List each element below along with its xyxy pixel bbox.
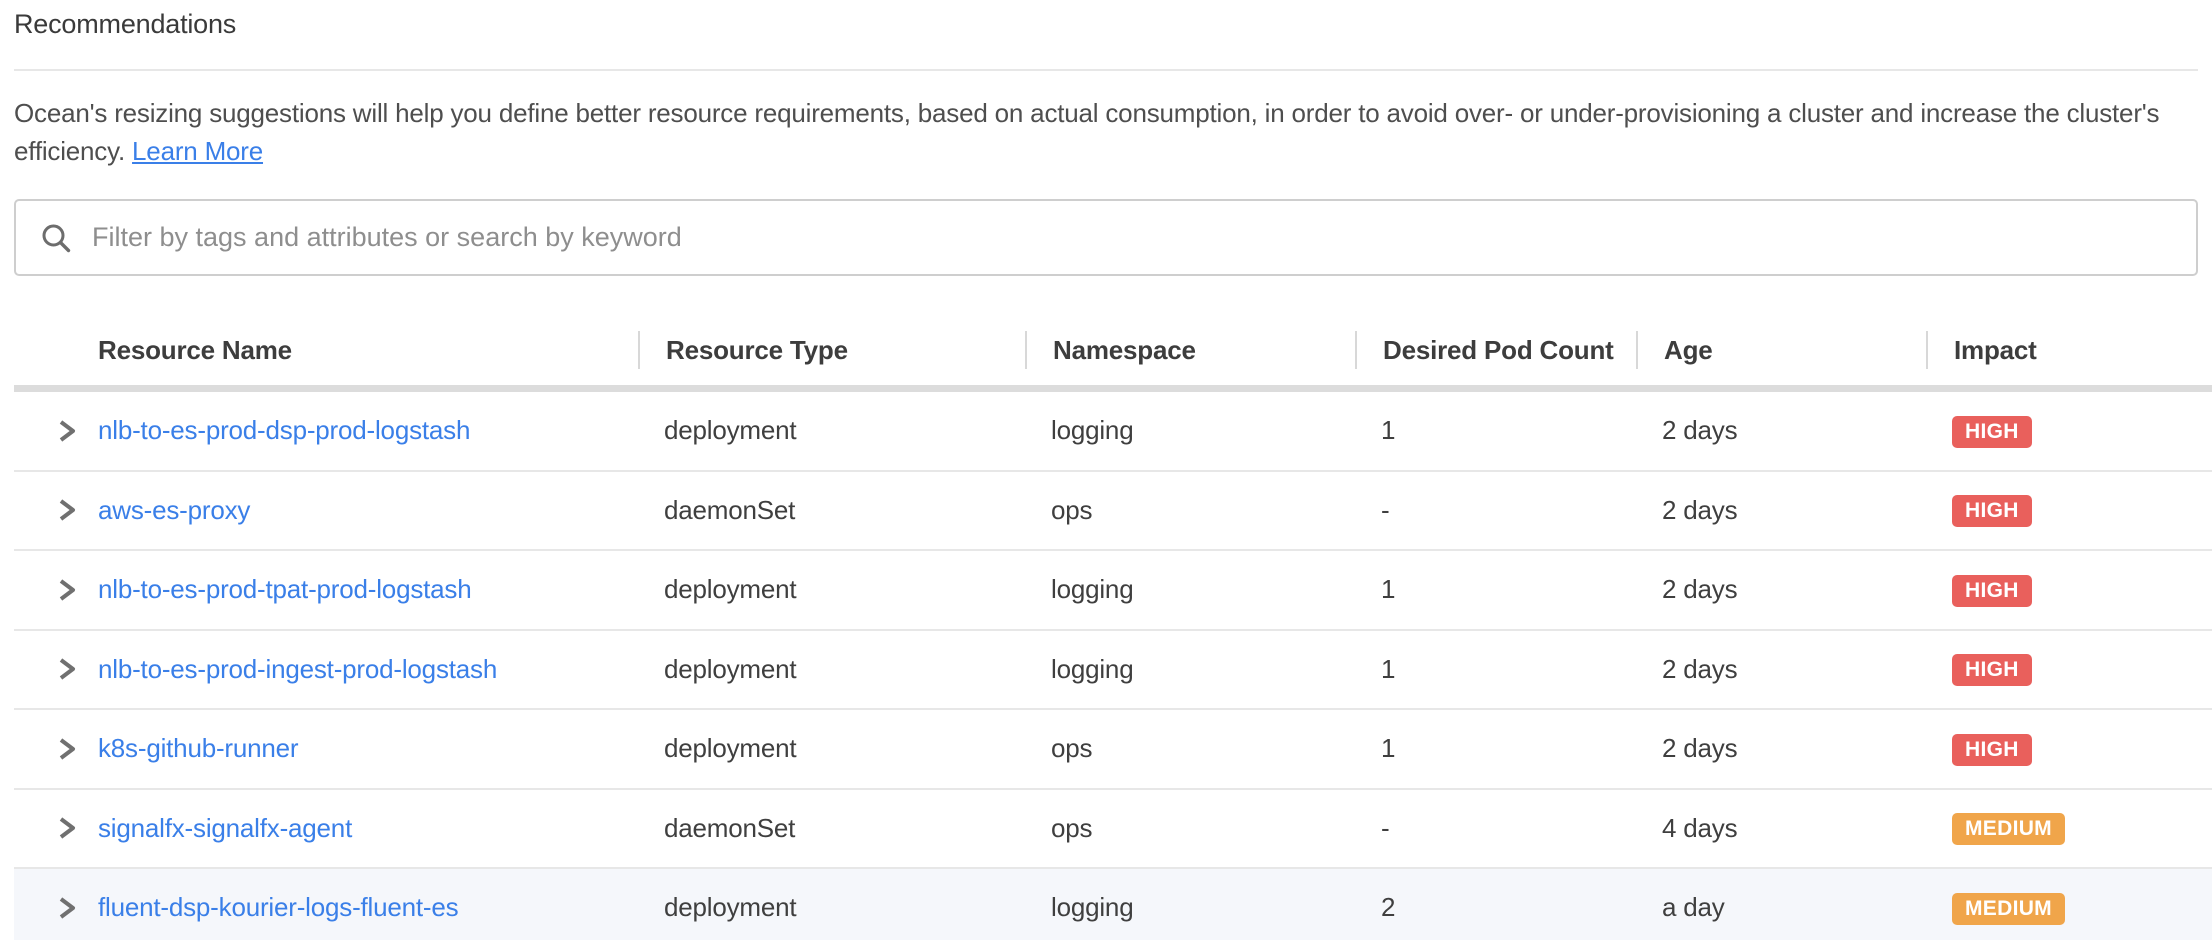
resource-name-link[interactable]: nlb-to-es-prod-ingest-prod-logstash	[98, 654, 497, 684]
column-header-label: Desired Pod Count	[1383, 335, 1614, 366]
search-input[interactable]	[92, 222, 2172, 253]
column-header-label: Impact	[1954, 335, 2037, 366]
resource-name-link[interactable]: k8s-github-runner	[98, 733, 298, 763]
table-row[interactable]: fluent-dsp-kourier-logs-fluent-es deploy…	[14, 869, 2212, 940]
namespace-cell: logging	[1025, 892, 1355, 923]
title-divider	[14, 69, 2198, 71]
table-body: nlb-to-es-prod-dsp-prod-logstash deploym…	[14, 392, 2212, 940]
resource-type-cell: daemonSet	[638, 495, 1025, 526]
expand-row-button[interactable]	[14, 734, 98, 764]
resource-name-link[interactable]: nlb-to-es-prod-dsp-prod-logstash	[98, 415, 470, 445]
table-row[interactable]: k8s-github-runner deployment ops 1 2 day…	[14, 710, 2212, 790]
chevron-right-icon	[54, 654, 80, 684]
filter-search-box[interactable]	[14, 199, 2198, 276]
age-cell: 2 days	[1636, 415, 1926, 446]
learn-more-link[interactable]: Learn More	[132, 136, 263, 166]
desired-pod-count-cell: -	[1355, 495, 1636, 526]
table-row[interactable]: nlb-to-es-prod-ingest-prod-logstash depl…	[14, 631, 2212, 711]
chevron-right-icon	[54, 893, 80, 923]
resource-name-link[interactable]: nlb-to-es-prod-tpat-prod-logstash	[98, 574, 471, 604]
impact-badge: HIGH	[1952, 575, 2032, 607]
column-header-label: Namespace	[1053, 335, 1196, 366]
table-row[interactable]: aws-es-proxy daemonSet ops - 2 days HIGH	[14, 472, 2212, 552]
column-header: Resource Type	[638, 331, 1025, 369]
desired-pod-count-cell: 1	[1355, 574, 1636, 605]
impact-badge: HIGH	[1952, 495, 2032, 527]
expand-row-button[interactable]	[14, 654, 98, 684]
resource-type-cell: deployment	[638, 574, 1025, 605]
column-header-label: Resource Name	[98, 335, 292, 366]
resource-type-cell: deployment	[638, 892, 1025, 923]
namespace-cell: logging	[1025, 415, 1355, 446]
resource-type-cell: deployment	[638, 733, 1025, 764]
chevron-right-icon	[54, 495, 80, 525]
resource-name-link[interactable]: signalfx-signalfx-agent	[98, 813, 352, 843]
table-row[interactable]: signalfx-signalfx-agent daemonSet ops - …	[14, 790, 2212, 870]
table-row[interactable]: nlb-to-es-prod-tpat-prod-logstash deploy…	[14, 551, 2212, 631]
desired-pod-count-cell: 1	[1355, 654, 1636, 685]
resource-type-cell: deployment	[638, 654, 1025, 685]
recommendations-table: Resource Name Resource Type Namespace De…	[14, 315, 2212, 940]
resource-name-link[interactable]: fluent-dsp-kourier-logs-fluent-es	[98, 892, 458, 922]
column-header: Namespace	[1025, 331, 1355, 369]
table-row[interactable]: nlb-to-es-prod-dsp-prod-logstash deploym…	[14, 392, 2212, 472]
namespace-cell: logging	[1025, 574, 1355, 605]
table-header-bar	[14, 385, 2212, 392]
column-header-label: Age	[1664, 335, 1713, 366]
column-header-label: Resource Type	[666, 335, 848, 366]
age-cell: 2 days	[1636, 654, 1926, 685]
namespace-cell: ops	[1025, 733, 1355, 764]
impact-badge: HIGH	[1952, 416, 2032, 448]
expand-row-button[interactable]	[14, 495, 98, 525]
resource-type-cell: deployment	[638, 415, 1025, 446]
column-header: Resource Name	[14, 331, 638, 369]
chevron-right-icon	[54, 416, 80, 446]
page-title: Recommendations	[14, 8, 2198, 40]
age-cell: 2 days	[1636, 574, 1926, 605]
impact-badge: HIGH	[1952, 734, 2032, 766]
expand-row-button[interactable]	[14, 893, 98, 923]
search-icon	[40, 222, 72, 254]
column-header: Desired Pod Count	[1355, 331, 1636, 369]
age-cell: 2 days	[1636, 733, 1926, 764]
recommendations-page: Recommendations Ocean's resizing suggest…	[0, 0, 2212, 940]
resource-name-link[interactable]: aws-es-proxy	[98, 495, 250, 525]
expand-row-button[interactable]	[14, 575, 98, 605]
namespace-cell: ops	[1025, 495, 1355, 526]
impact-badge: MEDIUM	[1952, 893, 2065, 925]
expand-row-button[interactable]	[14, 416, 98, 446]
desired-pod-count-cell: 1	[1355, 415, 1636, 446]
desired-pod-count-cell: 2	[1355, 892, 1636, 923]
column-header: Age	[1636, 331, 1926, 369]
column-header: Impact	[1926, 331, 2212, 369]
namespace-cell: logging	[1025, 654, 1355, 685]
impact-badge: HIGH	[1952, 654, 2032, 686]
chevron-right-icon	[54, 813, 80, 843]
namespace-cell: ops	[1025, 813, 1355, 844]
age-cell: a day	[1636, 892, 1926, 923]
age-cell: 2 days	[1636, 495, 1926, 526]
chevron-right-icon	[54, 734, 80, 764]
desired-pod-count-cell: -	[1355, 813, 1636, 844]
desired-pod-count-cell: 1	[1355, 733, 1636, 764]
resource-type-cell: daemonSet	[638, 813, 1025, 844]
age-cell: 4 days	[1636, 813, 1926, 844]
description-text: Ocean's resizing suggestions will help y…	[14, 98, 2159, 166]
chevron-right-icon	[54, 575, 80, 605]
description: Ocean's resizing suggestions will help y…	[14, 94, 2198, 170]
table-header-row: Resource Name Resource Type Namespace De…	[14, 315, 2212, 385]
expand-row-button[interactable]	[14, 813, 98, 843]
impact-badge: MEDIUM	[1952, 813, 2065, 845]
